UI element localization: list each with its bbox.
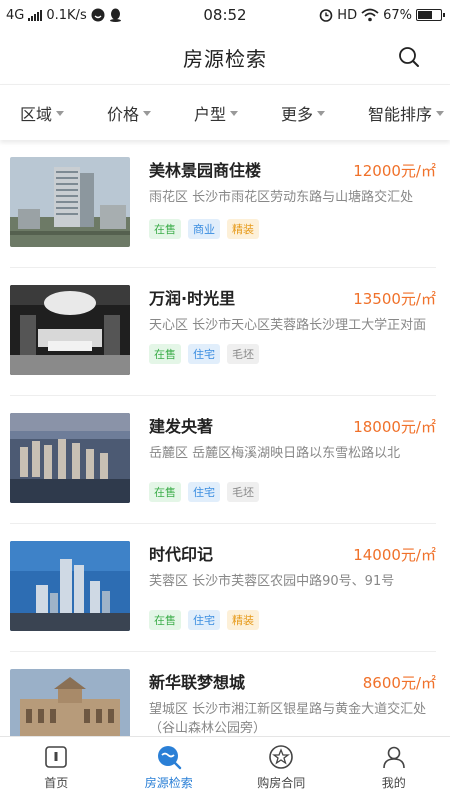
filter-label: 价格 <box>106 104 139 124</box>
signal-icon <box>28 9 43 21</box>
listing-name: 新华联梦想城 <box>149 673 246 692</box>
listing-item[interactable]: 万润·时光里 13500元/㎡ 天心区 长沙市天心区芙蓉路长沙理工大学正对面 在售… <box>10 268 436 396</box>
filter-region[interactable]: 区域 <box>20 101 65 125</box>
user-icon <box>382 746 405 769</box>
filter-label: 户型 <box>193 104 226 124</box>
finish-tag: 精装 <box>227 610 259 630</box>
listing-price: 8600元/㎡ <box>362 674 436 692</box>
type-tag: 住宅 <box>188 610 220 630</box>
classical-building-photo <box>10 669 130 736</box>
status-left: 4G 0.1K/s <box>6 8 122 23</box>
listing-price: 14000元/㎡ <box>353 546 436 564</box>
listing-item[interactable]: 建发央著 18000元/㎡ 岳麓区 岳麓区梅溪湖映日路以东雪松路以北 在售 住宅 … <box>10 396 436 524</box>
tab-label: 购房合同 <box>257 776 306 790</box>
status-tag: 在售 <box>149 219 181 239</box>
finish-tag: 精装 <box>227 219 259 239</box>
listing-address: 雨花区 长沙市雨花区劳动东路与山塘路交汇处 <box>149 190 414 205</box>
listing-item[interactable]: 时代印记 14000元/㎡ 芙蓉区 长沙市芙蓉区农园中路90号、91号 在售 住宅… <box>10 524 436 652</box>
tab-mine[interactable]: 我的 <box>338 737 450 800</box>
status-tag: 在售 <box>149 610 181 630</box>
search-icon[interactable] <box>398 46 420 68</box>
status-tag: 在售 <box>149 482 181 502</box>
type-tag: 住宅 <box>188 344 220 364</box>
status-right: HD 67% <box>319 7 445 23</box>
tab-contract[interactable]: 购房合同 <box>225 737 338 800</box>
hd-indicator: HD <box>337 7 358 23</box>
highrise-blue-sky-photo <box>10 541 130 631</box>
tab-home[interactable]: 首页 <box>0 737 113 800</box>
tower-city-photo <box>10 157 130 247</box>
network-type: 4G <box>6 7 25 23</box>
type-tag: 商业 <box>188 219 220 239</box>
alarm-icon <box>319 9 333 22</box>
filter-label: 更多 <box>280 104 313 124</box>
listing-name: 时代印记 <box>149 545 214 564</box>
battery-percent: 67% <box>383 7 412 23</box>
star-circle-icon <box>269 745 294 769</box>
tab-label: 我的 <box>381 776 406 790</box>
listing-name: 万润·时光里 <box>149 289 236 308</box>
listing-item[interactable]: 新华联梦想城 8600元/㎡ 望城区 长沙市湘江新区银星路与黄金大道交汇处（谷山森… <box>10 652 436 736</box>
filter-label: 区域 <box>20 104 53 124</box>
search-house-icon <box>157 746 181 770</box>
listing-price: 18000元/㎡ <box>353 418 436 436</box>
bottom-tab-bar: 首页 房源检索 购房合同 我的 <box>0 736 450 800</box>
listing-price: 13500元/㎡ <box>353 290 436 308</box>
listing-price: 12000元/㎡ <box>353 162 436 180</box>
caret-down-icon <box>56 111 65 116</box>
qq-icon <box>109 8 121 22</box>
network-speed: 0.1K/s <box>46 7 87 23</box>
filter-price[interactable]: 价格 <box>107 101 151 125</box>
filter-label: 智能排序 <box>367 104 432 124</box>
caret-down-icon <box>435 111 444 116</box>
tab-label: 房源检索 <box>144 776 193 790</box>
page-header: 房源检索 <box>0 30 450 84</box>
listing-address: 天心区 长沙市天心区芙蓉路长沙理工大学正对面 <box>149 318 427 333</box>
lobby-interior-photo <box>10 285 130 375</box>
status-bar: 4G 0.1K/s 08:52 HD 67% <box>0 0 450 30</box>
battery-icon <box>416 9 445 21</box>
type-tag: 住宅 <box>188 482 220 502</box>
wifi-icon <box>361 8 379 22</box>
listing-name: 美林景园商住楼 <box>149 161 262 180</box>
listing-list[interactable]: 美林景园商住楼 12000元/㎡ 雨花区 长沙市雨花区劳动东路与山塘路交汇处 在售… <box>0 140 450 736</box>
listing-address: 望城区 长沙市湘江新区银星路与黄金大道交汇处（谷山森林公园旁） <box>149 702 427 736</box>
listing-name: 建发央著 <box>149 417 214 436</box>
caret-down-icon <box>143 111 151 116</box>
home-icon <box>45 746 68 768</box>
listing-address: 岳麓区 岳麓区梅溪湖映日路以东雪松路以北 <box>149 446 401 461</box>
filter-more[interactable]: 更多 <box>281 101 325 125</box>
page-title: 房源检索 <box>183 46 267 71</box>
aerial-city-photo <box>10 413 130 503</box>
filter-sort[interactable]: 智能排序 <box>368 101 444 125</box>
filter-bar: 区域 价格 户型 更多 智能排序 <box>0 84 450 140</box>
filter-layout[interactable]: 户型 <box>194 101 238 125</box>
tab-label: 首页 <box>44 776 69 790</box>
caret-down-icon <box>316 111 325 116</box>
tab-search-house[interactable]: 房源检索 <box>113 737 226 800</box>
finish-tag: 毛坯 <box>227 482 259 502</box>
finish-tag: 毛坯 <box>227 344 259 364</box>
chat-app-icon <box>91 8 105 22</box>
listing-item[interactable]: 美林景园商住楼 12000元/㎡ 雨花区 长沙市雨花区劳动东路与山塘路交汇处 在售… <box>10 140 436 268</box>
caret-down-icon <box>229 111 238 116</box>
status-tag: 在售 <box>149 344 181 364</box>
listing-address: 芙蓉区 长沙市芙蓉区农园中路90号、91号 <box>149 574 395 589</box>
